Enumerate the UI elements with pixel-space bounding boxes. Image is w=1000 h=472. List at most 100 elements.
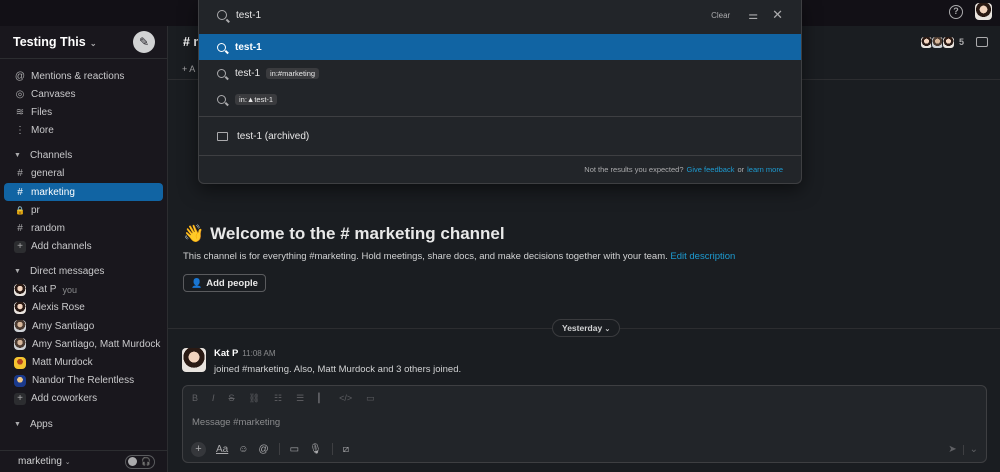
sidebar-footer: marketing ⌄ 🎧 — [0, 450, 167, 472]
search-icon — [217, 42, 226, 52]
search-suggestion[interactable]: test-1 in:#marketing — [199, 60, 801, 86]
hash-icon: # — [17, 222, 23, 234]
sidebar-item-more[interactable]: ⋮ More — [0, 122, 167, 140]
sidebar-item-dm-matt-murdock[interactable]: Matt Murdock — [0, 353, 167, 371]
sidebar-item-channel-marketing[interactable]: # marketing — [4, 182, 163, 202]
huddle-icon[interactable] — [976, 37, 988, 47]
search-query[interactable]: test-1 — [236, 10, 261, 21]
huddle-toggle[interactable]: 🎧 — [125, 454, 155, 469]
message-author[interactable]: Kat P — [214, 348, 238, 359]
caret-down-icon: ▼ — [14, 268, 21, 276]
apps-section-header[interactable]: ▼ Apps — [0, 415, 167, 433]
dm-section-header[interactable]: ▼ Direct messages — [0, 263, 167, 281]
clear-button[interactable]: Clear — [711, 11, 730, 20]
message-input[interactable]: Message #marketing — [183, 410, 986, 436]
search-suggestion-archived[interactable]: test-1 (archived) — [199, 121, 801, 151]
plus-icon[interactable]: + — [191, 441, 206, 457]
avatar — [14, 338, 26, 351]
text-format-icon[interactable]: Aa — [216, 444, 228, 455]
sidebar-item-canvases[interactable]: ◎ Canvases — [0, 85, 167, 103]
bold-icon[interactable]: B — [192, 393, 198, 403]
give-feedback-link[interactable]: Give feedback — [687, 165, 735, 174]
channel-welcome: 👋 Welcome to the # marketing channel This… — [183, 224, 735, 292]
message-header: Kat P 11:08 AM — [214, 348, 461, 359]
user-avatar[interactable] — [975, 3, 992, 20]
workspace-name[interactable]: Testing This ⌄ — [13, 35, 97, 49]
more-icon: ⋮ — [15, 125, 25, 137]
search-input[interactable]: test-1 Clear ⚌ ✕ — [199, 0, 801, 30]
sidebar-item-mentions[interactable]: @ Mentions & reactions — [0, 67, 167, 85]
avatar — [14, 356, 26, 369]
blockquote-icon[interactable]: ▎ — [318, 393, 325, 404]
sidebar-item-files[interactable]: ≋ Files — [0, 103, 167, 121]
members-button[interactable]: 5 — [919, 35, 988, 49]
divider — [331, 443, 333, 455]
divider — [0, 58, 167, 59]
format-toolbar: B I S ⛓ ☷ ☰ ▎ </> ▭ — [183, 386, 986, 410]
italic-icon[interactable]: I — [212, 393, 215, 403]
filter-icon[interactable]: ⚌ — [748, 9, 758, 22]
slash-command-icon[interactable]: ⧄ — [343, 444, 349, 455]
chevron-down-icon: ⌄ — [87, 39, 97, 48]
workspace-header[interactable]: Testing This ⌄ ✎ — [0, 26, 167, 58]
chevron-down-icon: ⌄ — [64, 459, 71, 466]
help-icon[interactable]: ? — [949, 4, 963, 19]
add-channels-button[interactable]: + Add channels — [0, 238, 167, 256]
chevron-down-icon[interactable]: ⌄ — [970, 444, 978, 455]
sidebar-item-label: Files — [31, 106, 53, 118]
at-icon: @ — [14, 70, 26, 82]
microphone-icon[interactable]: 🎙 — [309, 444, 322, 455]
strike-icon[interactable]: S — [229, 393, 235, 403]
sidebar-item-channel-pr[interactable]: 🔒 pr — [0, 201, 167, 219]
video-icon[interactable]: ▭ — [290, 444, 299, 455]
search-suggestion[interactable]: in:▲test-1 — [199, 86, 801, 112]
avatar — [14, 320, 26, 333]
ordered-list-icon[interactable]: ☷ — [274, 393, 282, 404]
channel-label: pr — [31, 204, 40, 216]
close-icon[interactable]: ✕ — [772, 7, 783, 23]
sidebar-item-dm-nandor[interactable]: Nandor The Relentless — [0, 372, 167, 390]
new-message-button[interactable]: ✎ — [133, 31, 155, 53]
avatar[interactable] — [182, 348, 206, 372]
member-count: 5 — [958, 37, 964, 47]
sidebar-item-dm-alexis-rose[interactable]: Alexis Rose — [0, 299, 167, 317]
add-people-button[interactable]: 👤 Add people — [183, 274, 266, 292]
search-icon — [217, 68, 226, 78]
send-controls: ➤ ⌄ — [948, 444, 978, 455]
search-icon — [217, 94, 226, 104]
bullet-list-icon[interactable]: ☰ — [296, 393, 304, 404]
search-suggestion[interactable]: test-1 — [199, 34, 801, 60]
link-icon[interactable]: ⛓ — [249, 393, 260, 404]
sidebar-item-dm-amy-santiago[interactable]: Amy Santiago — [0, 317, 167, 335]
date-pill[interactable]: Yesterday ⌄ — [552, 319, 621, 337]
add-bookmark-button[interactable]: + A — [182, 64, 195, 74]
send-icon[interactable]: ➤ — [948, 444, 956, 455]
channel-label: marketing — [31, 186, 75, 198]
sidebar-item-label: Canvases — [31, 88, 76, 100]
composer-tools: + Aa ☺ @ ▭ 🎙 ⧄ — [183, 436, 986, 462]
hash-icon: # — [17, 168, 23, 180]
sidebar-item-dm-kat-p[interactable]: Kat Pyou — [0, 281, 167, 299]
edit-description-link[interactable]: Edit description — [670, 251, 735, 262]
top-right-controls: ? — [949, 3, 992, 20]
avatar — [941, 35, 955, 49]
sidebar-item-dm-group[interactable]: Amy Santiago, Matt Murdock — [0, 335, 167, 353]
wave-icon: 👋 — [183, 224, 205, 243]
search-footer: Not the results you expected? Give feedb… — [199, 155, 801, 183]
caret-down-icon: ▼ — [14, 152, 21, 160]
code-block-icon[interactable]: ▭ — [366, 393, 375, 404]
learn-more-link[interactable]: learn more — [747, 165, 783, 174]
add-coworkers-button[interactable]: + Add coworkers — [0, 390, 167, 408]
sidebar-item-channel-random[interactable]: # random — [0, 219, 167, 237]
divider — [199, 116, 801, 117]
message-time[interactable]: 11:08 AM — [242, 349, 275, 358]
person-add-icon: 👤 — [191, 277, 203, 288]
emoji-icon[interactable]: ☺ — [238, 444, 248, 455]
sidebar-item-channel-general[interactable]: # general — [0, 165, 167, 183]
footer-channel-switcher[interactable]: marketing ⌄ — [18, 456, 71, 467]
channels-section-header[interactable]: ▼ Channels — [0, 147, 167, 165]
mention-icon[interactable]: @ — [258, 444, 268, 455]
channel-label: general — [31, 168, 65, 180]
code-icon[interactable]: </> — [339, 393, 352, 403]
canvas-icon: ◎ — [15, 88, 25, 100]
